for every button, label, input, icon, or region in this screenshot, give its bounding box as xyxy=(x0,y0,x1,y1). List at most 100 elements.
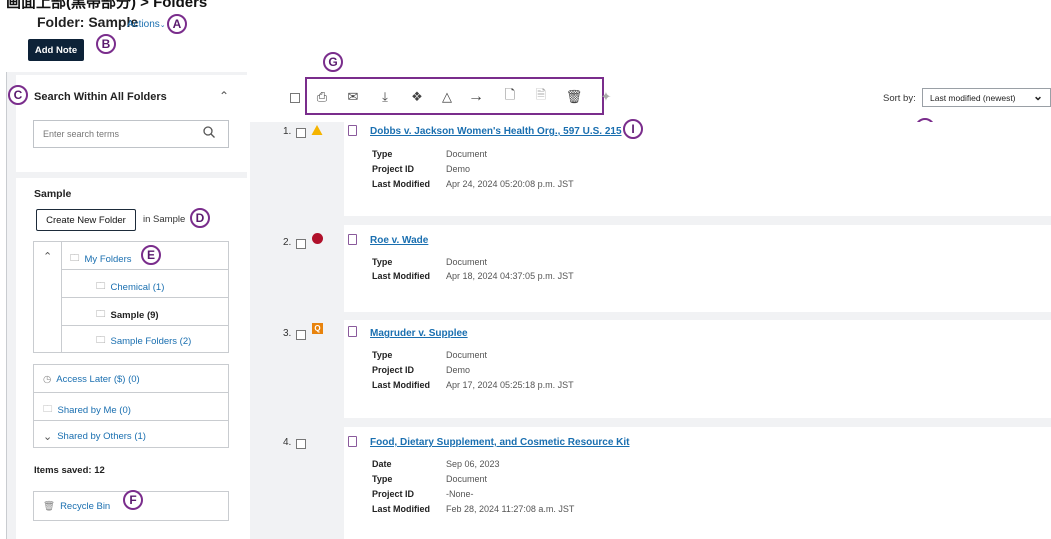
result-card xyxy=(344,225,1051,312)
shared-by-others-item[interactable]: ⌄ Shared by Others (1) xyxy=(43,430,146,443)
google-drive-icon[interactable]: △ xyxy=(438,89,456,105)
meta-key: Project ID xyxy=(372,489,415,499)
sidebar-border xyxy=(6,72,7,539)
tree-item-chemical[interactable]: 🗀 Chemical (1) xyxy=(96,279,164,295)
email-icon[interactable]: ✉ xyxy=(344,89,362,105)
meta-key: Last Modified xyxy=(372,504,430,514)
sort-by-label: Sort by: xyxy=(883,93,916,104)
meta-key: Type xyxy=(372,257,393,267)
document-icon xyxy=(348,234,357,245)
tree-item-my-folders[interactable]: 🗀 My Folders xyxy=(70,251,132,267)
folders-card xyxy=(16,178,248,539)
meta-key: Project ID xyxy=(372,365,415,375)
actions-menu-link[interactable]: Actions⌄ xyxy=(127,19,166,30)
meta-value: Document xyxy=(446,350,488,360)
chevron-down-icon: ⌄ xyxy=(159,22,166,29)
meta-key: Type xyxy=(372,149,393,159)
meta-value: Apr 17, 2024 05:25:18 p.m. JST xyxy=(446,380,574,390)
tree-item-sample[interactable]: 🗀 Sample (9) xyxy=(96,307,159,323)
result-number: 1. xyxy=(283,126,292,137)
sort-selected-value: Last modified (newest) xyxy=(930,93,1016,103)
access-later-item[interactable]: ◷ Access Later ($) (0) xyxy=(43,374,140,385)
document-icon xyxy=(348,326,357,337)
meta-value: Demo xyxy=(446,164,471,174)
result-title-link[interactable]: Dobbs v. Jackson Women's Health Org., 59… xyxy=(370,126,622,137)
dropbox-icon[interactable]: ❖ xyxy=(408,89,426,105)
send-to-icon[interactable]: → xyxy=(467,88,485,105)
meta-key: Last Modified xyxy=(372,179,430,189)
chevron-down-icon: ⌄ xyxy=(1033,89,1044,103)
result-title-link[interactable]: Roe v. Wade xyxy=(370,235,428,246)
search-placeholder: Enter search terms xyxy=(43,129,120,139)
document-icon xyxy=(348,436,357,447)
delete-icon[interactable]: 🗑 xyxy=(565,89,583,105)
select-all-checkbox[interactable] xyxy=(290,93,300,103)
list-item-label: Shared by Others (1) xyxy=(57,431,146,442)
meta-value: Apr 18, 2024 04:37:05 p.m. JST xyxy=(446,271,574,281)
download-icon[interactable]: ⤓ xyxy=(376,89,394,105)
warning-icon xyxy=(311,125,323,135)
red-dot-icon xyxy=(312,233,323,244)
tree-item-label: My Folders xyxy=(84,253,132,265)
meta-key: Last Modified xyxy=(372,271,430,281)
search-within-folders-title: Search Within All Folders xyxy=(34,91,167,103)
in-sample-label: in Sample xyxy=(143,214,186,225)
folder-icon: 🗀 xyxy=(96,335,106,346)
tree-row-divider xyxy=(61,269,229,270)
folder-search-input[interactable]: Enter search terms xyxy=(33,120,229,148)
result-checkbox[interactable] xyxy=(296,330,306,340)
meta-value: -None- xyxy=(446,489,474,499)
current-folder-label: Sample xyxy=(34,188,72,200)
annotation-badge-g: G xyxy=(323,52,343,72)
folder-icon: 🗀 xyxy=(96,309,106,320)
meta-value: Demo xyxy=(446,365,471,375)
create-new-folder-button[interactable]: Create New Folder xyxy=(36,209,136,231)
search-icon[interactable] xyxy=(203,126,215,138)
result-title-link[interactable]: Food, Dietary Supplement, and Cosmetic R… xyxy=(370,437,630,448)
result-checkbox[interactable] xyxy=(296,239,306,249)
meta-value: Apr 24, 2024 05:20:08 p.m. JST xyxy=(446,179,574,189)
meta-key: Project ID xyxy=(372,164,415,174)
shared-folder-icon: 🗀 xyxy=(43,404,53,415)
meta-key: Type xyxy=(372,350,393,360)
meta-value: Document xyxy=(446,474,488,484)
add-note-button[interactable]: Add Note xyxy=(28,39,84,61)
meta-key: Last Modified xyxy=(372,380,430,390)
meta-key: Type xyxy=(372,474,393,484)
tree-item-label: Sample (9) xyxy=(110,309,159,321)
share-icon[interactable]: ✦ xyxy=(597,89,615,105)
sort-select[interactable]: Last modified (newest) xyxy=(922,88,1051,107)
tree-item-label: Chemical (1) xyxy=(110,281,165,293)
folder-icon: 🗀 xyxy=(96,281,106,292)
tree-item-sample-folders[interactable]: 🗀 Sample Folders (2) xyxy=(96,333,191,349)
page-caption: 画面上部(黒帯部分) > Folders xyxy=(6,0,208,11)
annotation-badge-a: A xyxy=(167,14,187,34)
annotation-badge-f: F xyxy=(123,490,143,510)
result-title-link[interactable]: Magruder v. Supplee xyxy=(370,328,468,339)
q-flag-icon: Q xyxy=(312,323,323,334)
trash-icon: 🗑 xyxy=(43,501,56,512)
tree-collapse-chevron-icon[interactable]: ⌃ xyxy=(43,250,52,263)
recycle-bin-link[interactable]: 🗑 Recycle Bin xyxy=(43,501,110,512)
recycle-bin-label: Recycle Bin xyxy=(60,501,111,512)
clock-icon: ◷ xyxy=(43,374,52,385)
tree-row-divider xyxy=(61,325,229,326)
annotation-badge-i: I xyxy=(623,119,643,139)
result-checkbox[interactable] xyxy=(296,439,306,449)
annotation-badge-c: C xyxy=(8,85,28,105)
copy-icon[interactable]: 🗋 xyxy=(501,87,519,105)
actions-label: Actions xyxy=(127,19,160,30)
document-icon[interactable]: 🗎 xyxy=(532,87,550,105)
print-icon[interactable]: ⎙ xyxy=(313,89,331,105)
result-checkbox[interactable] xyxy=(296,128,306,138)
collapse-chevron-icon[interactable]: ⌃ xyxy=(219,89,229,103)
list-divider xyxy=(33,392,229,393)
annotation-badge-d: D xyxy=(190,208,210,228)
meta-value: Feb 28, 2024 11:27:08 a.m. JST xyxy=(446,504,575,514)
result-number: 3. xyxy=(283,328,292,339)
document-icon xyxy=(348,125,357,136)
shared-by-me-item[interactable]: 🗀 Shared by Me (0) xyxy=(43,402,131,418)
chevron-down-icon: ⌄ xyxy=(43,431,53,443)
tree-row-divider xyxy=(61,297,229,298)
annotation-badge-e: E xyxy=(141,245,161,265)
